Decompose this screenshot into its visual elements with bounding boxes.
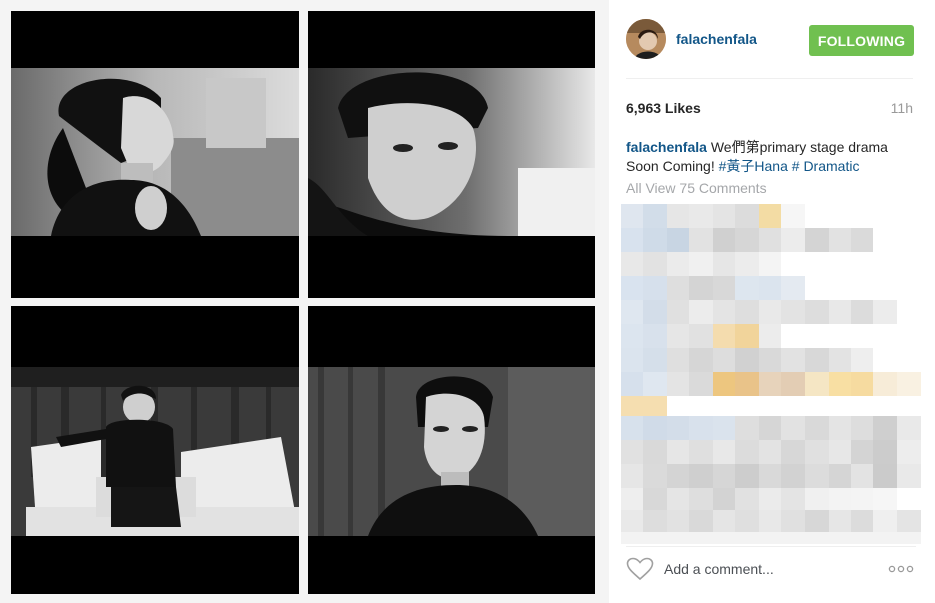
post-timestamp[interactable]: 11h [891,100,913,116]
photo-panel-top-right [308,11,595,298]
likes-count[interactable]: 6,963 Likes [626,100,701,116]
post-caption: falachenfala We們第primary stage drama Soo… [626,138,916,176]
photo-woman-profile [11,68,299,236]
photo-panel-bottom-left [11,306,299,594]
comment-input[interactable] [664,557,874,581]
heart-outline-icon[interactable] [626,557,654,581]
post-username[interactable]: falachenfala [676,31,757,47]
photo-woman-portrait [308,367,595,536]
ellipsis-icon[interactable] [888,562,914,576]
post-image-collage[interactable] [0,0,609,603]
caption-username[interactable]: falachenfala [626,139,707,155]
pixelated-comments [621,204,921,544]
instagram-post: falachenfala FOLLOWING 6,963 Likes 11h f… [0,0,935,603]
photo-panel-bottom-right [308,306,595,594]
post-stats: 6,963 Likes 11h [626,100,913,118]
photo-man-closeup [308,68,595,236]
view-all-comments-link[interactable]: All View 75 Comments [626,180,767,196]
photo-panel-top-left [11,11,299,298]
following-button[interactable]: FOLLOWING [809,25,914,56]
actions-divider [626,546,916,547]
photo-man-on-sofa [11,367,299,536]
blurred-comments-mosaic [621,204,921,544]
hashtag-link-dramatic[interactable]: # Dramatic [792,158,860,174]
header-divider [626,78,913,79]
post-header: falachenfala FOLLOWING [626,19,916,63]
avatar[interactable] [626,19,666,59]
hashtag-link[interactable]: #黃子Hana [719,158,788,174]
